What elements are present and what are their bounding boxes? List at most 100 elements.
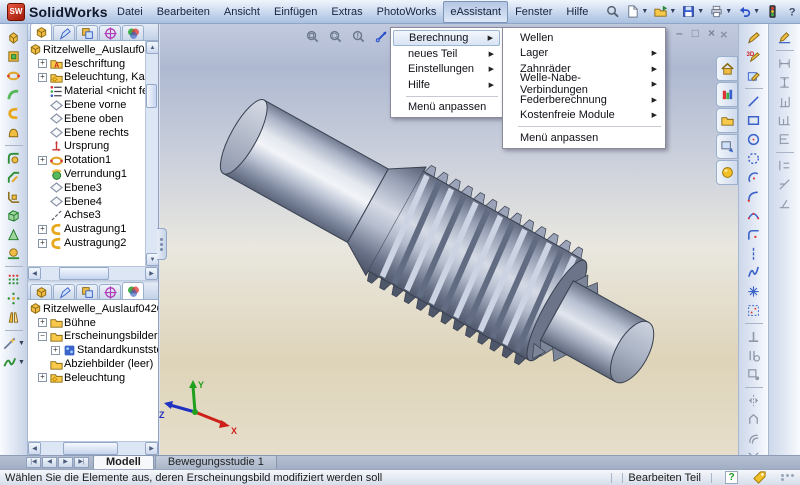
- menu-ansicht[interactable]: Ansicht: [217, 1, 267, 23]
- curves-button[interactable]: ▼: [2, 353, 26, 372]
- sketch-button[interactable]: [742, 28, 766, 47]
- quick-tips-icon[interactable]: ?: [725, 471, 738, 484]
- tree-item-ebene-rechts[interactable]: Ebene rechts: [28, 126, 145, 140]
- tree-item-beleuchtung[interactable]: +Beleuchtung: [28, 371, 158, 385]
- scroll-thumb[interactable]: [63, 442, 118, 455]
- taskpane-tab-file-explorer[interactable]: [716, 108, 738, 133]
- tree-item-abziehbilder-leer-[interactable]: Abziehbilder (leer): [28, 357, 158, 371]
- rib-button[interactable]: [2, 187, 26, 206]
- tree-item-austragung2[interactable]: +Austragung2: [28, 236, 145, 250]
- vertical-dimension-button[interactable]: [773, 73, 797, 92]
- document-tab-modell[interactable]: Modell: [93, 455, 154, 469]
- offset-entities-button[interactable]: [742, 429, 766, 448]
- rotate-view-button[interactable]: [372, 27, 391, 46]
- add-relation-button[interactable]: [742, 327, 766, 346]
- print-button[interactable]: ▼: [707, 3, 734, 20]
- menu-item-einstellungen[interactable]: Einstellungen▶: [393, 62, 500, 78]
- menu-datei[interactable]: Datei: [110, 1, 150, 23]
- scroll-track[interactable]: [146, 54, 158, 253]
- fillet-button[interactable]: [2, 149, 26, 168]
- panel-tab-propertymanager[interactable]: [53, 25, 75, 40]
- tab-nav-button-0[interactable]: |◀: [26, 457, 41, 468]
- expand-icon[interactable]: +: [38, 225, 47, 234]
- tree-root-item[interactable]: Ritzelwelle_Auslauf04200: [28, 302, 158, 316]
- panel-tab-featuremanager[interactable]: [30, 284, 52, 299]
- document-close-button[interactable]: ×: [708, 26, 715, 40]
- tree-root-item[interactable]: Ritzelwelle_Auslauf04: [28, 43, 145, 57]
- line-button[interactable]: [742, 92, 766, 111]
- swept-boss-button[interactable]: [2, 85, 26, 104]
- taskpane-tab-design-library[interactable]: [716, 82, 738, 107]
- menu-photoworks[interactable]: PhotoWorks: [370, 1, 444, 23]
- vertical-ordinate-button[interactable]: [773, 130, 797, 149]
- scroll-up-icon[interactable]: ▲: [146, 41, 159, 54]
- document-tab-bewegungsstudie-1[interactable]: Bewegungsstudie 1: [155, 455, 277, 469]
- linear-pattern-button[interactable]: [2, 270, 26, 289]
- mirror-entities-button[interactable]: [742, 391, 766, 410]
- zoom-in-out-button[interactable]: !: [349, 27, 368, 46]
- centerline-button[interactable]: [742, 244, 766, 263]
- taskpane-tab-solidworks-resources[interactable]: [716, 56, 738, 81]
- tangent-arc-button[interactable]: [742, 187, 766, 206]
- chamfer-dimension-button[interactable]: [773, 175, 797, 194]
- dropdown-arrow-icon[interactable]: ▼: [641, 8, 648, 15]
- save-button[interactable]: ▼: [679, 3, 706, 20]
- menu-item-neues-teil[interactable]: neues Teil▶: [393, 46, 500, 62]
- dropdown-arrow-icon[interactable]: ▼: [18, 359, 25, 366]
- circular-pattern-button[interactable]: [2, 289, 26, 308]
- menu-item-kostenfreie-module[interactable]: Kostenfreie Module▶: [505, 108, 663, 124]
- dropdown-arrow-icon[interactable]: ▼: [697, 8, 704, 15]
- expand-icon[interactable]: +: [38, 59, 47, 68]
- chamfer-button[interactable]: [2, 168, 26, 187]
- display-relations-button[interactable]: [742, 346, 766, 365]
- shell-button[interactable]: [2, 206, 26, 225]
- wrap-button[interactable]: [2, 244, 26, 263]
- tree-item-ursprung[interactable]: Ursprung: [28, 140, 145, 154]
- revolved-boss-button[interactable]: [2, 66, 26, 85]
- scroll-right-icon[interactable]: ▶: [145, 267, 158, 280]
- scroll-left-icon[interactable]: ◀: [28, 442, 41, 455]
- traffic-light-button[interactable]: [763, 3, 782, 20]
- scroll-thumb[interactable]: [59, 267, 109, 280]
- tab-nav-button-3[interactable]: ▶|: [74, 457, 89, 468]
- 3-point-arc-button[interactable]: [742, 206, 766, 225]
- menu-item-hilfe[interactable]: Hilfe▶: [393, 77, 500, 93]
- menu-item-menü-anpassen[interactable]: Menü anpassen: [505, 130, 663, 146]
- taskpane-tab-view-palette[interactable]: [716, 134, 738, 159]
- 3d-sketch-button[interactable]: 3D: [742, 47, 766, 66]
- document-restore-button[interactable]: □: [692, 26, 699, 40]
- tree-item-ebene3[interactable]: Ebene3: [28, 181, 145, 195]
- display-tree-horizontal-scrollbar[interactable]: ◀ ▶: [28, 441, 158, 455]
- resize-grip[interactable]: [781, 474, 795, 481]
- tree-item-standardkunststo[interactable]: +Standardkunststo: [28, 343, 158, 357]
- modify-sketch-button[interactable]: [742, 66, 766, 85]
- tree-item-achse3[interactable]: Achse3: [28, 209, 145, 223]
- tree-item-rotation1[interactable]: +Rotation1: [28, 153, 145, 167]
- menu-item-welle-nabe-verbindungen[interactable]: Welle-Nabe-Verbindungen▶: [505, 77, 663, 93]
- tree-item-ebene4[interactable]: Ebene4: [28, 195, 145, 209]
- scroll-left-icon[interactable]: ◀: [28, 267, 41, 280]
- horizontal-dimension-button[interactable]: [773, 54, 797, 73]
- open-button[interactable]: ▼: [651, 3, 678, 20]
- expand-icon[interactable]: +: [38, 239, 47, 248]
- zoom-to-fit-button[interactable]: [303, 27, 322, 46]
- baseline-dimension-button[interactable]: [773, 156, 797, 175]
- lofted-boss-button[interactable]: [2, 104, 26, 123]
- help-button[interactable]: ?▼: [783, 3, 800, 20]
- new-document-button[interactable]: ▼: [623, 3, 650, 20]
- draft-button[interactable]: [2, 225, 26, 244]
- panel-tab-displaymanager[interactable]: [122, 282, 144, 299]
- tab-nav-button-1[interactable]: ◀: [42, 457, 57, 468]
- panel-tab-displaymanager[interactable]: [122, 25, 144, 40]
- rectangle-button[interactable]: [742, 111, 766, 130]
- panel-tab-dimxpertmanager[interactable]: [99, 284, 121, 299]
- dropdown-arrow-icon[interactable]: ▼: [669, 8, 676, 15]
- menu-extras[interactable]: Extras: [324, 1, 369, 23]
- mirror-button[interactable]: [2, 308, 26, 327]
- menu-item-menü-anpassen[interactable]: Menü anpassen: [393, 100, 500, 116]
- spline-button[interactable]: [742, 263, 766, 282]
- expand-icon[interactable]: +: [38, 73, 47, 82]
- extruded-boss-button[interactable]: [2, 28, 26, 47]
- tree-item-verrundung1[interactable]: Verrundung1: [28, 167, 145, 181]
- feature-tree-horizontal-scrollbar[interactable]: ◀ ▶: [28, 266, 158, 280]
